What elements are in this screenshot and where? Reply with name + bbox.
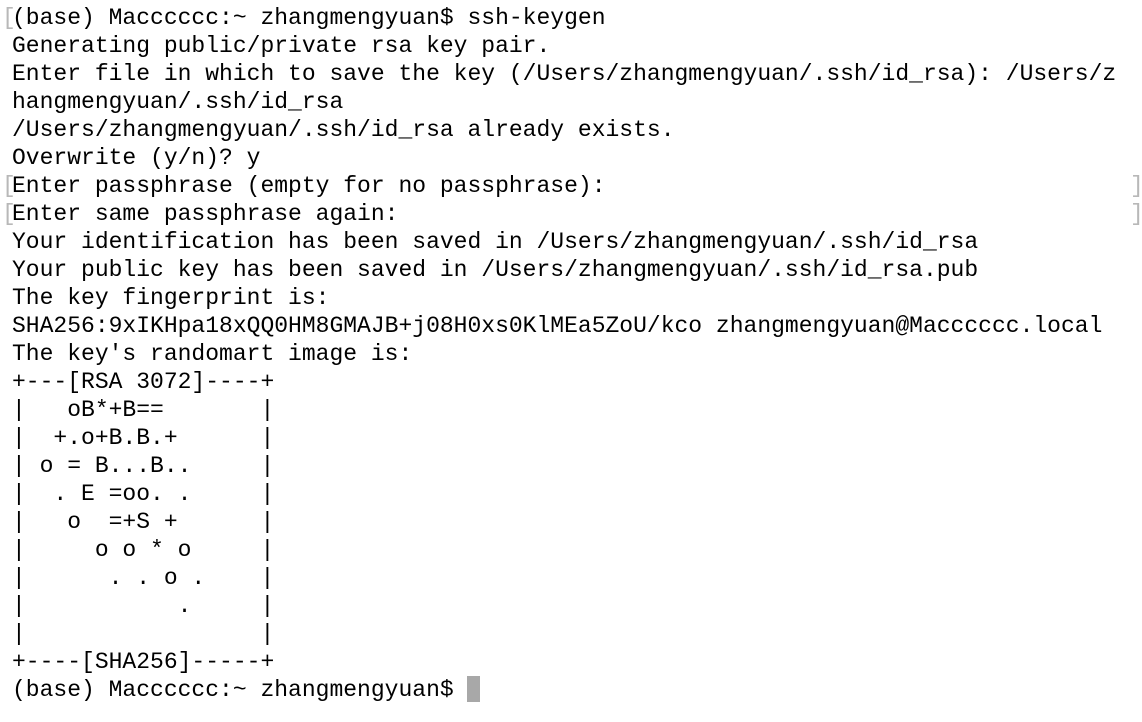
line-text: | o o * o | [12,537,275,563]
output-line: Enter file in which to save the key (/Us… [12,60,1116,88]
line-text: | oB*+B== | [12,397,275,423]
line-text: Generating public/private rsa key pair. [12,33,551,59]
line-text: Enter same passphrase again: [12,201,399,227]
line-text: (base) Macccccc:~ zhangmengyuan$ ssh-key… [12,5,606,31]
line-text: | . E =oo. . | [12,481,275,507]
output-line: | . | [12,592,1116,620]
output-line: | oB*+B== | [12,396,1116,424]
line-mark-right: ] [1130,172,1142,200]
output-line: Overwrite (y/n)? y [12,144,1116,172]
line-text: The key's randomart image is: [12,341,413,367]
terminal-window[interactable]: [ [ [ ] ] (base) Macccccc:~ zhangmengyua… [0,0,1142,722]
line-text: Enter file in which to save the key (/Us… [12,61,1117,87]
line-text: +----[SHA256]-----+ [12,649,275,675]
line-text: Your public key has been saved in /Users… [12,257,979,283]
output-line: +----[SHA256]-----+ [12,648,1116,676]
line-mark-right: ] [1130,200,1142,228]
output-line: Your public key has been saved in /Users… [12,256,1116,284]
line-text: Your identification has been saved in /U… [12,229,979,255]
output-line: | . E =oo. . | [12,480,1116,508]
output-line: Enter same passphrase again: [12,200,1116,228]
output-line: Enter passphrase (empty for no passphras… [12,172,1116,200]
line-text: hangmengyuan/.ssh/id_rsa [12,89,344,115]
cursor [467,676,481,702]
line-text: (base) Macccccc:~ zhangmengyuan$ [12,677,468,703]
output-line: | | [12,620,1116,648]
output-line: | o =+S + | [12,508,1116,536]
output-line: | +.o+B.B.+ | [12,424,1116,452]
output-line: SHA256:9xIKHpa18xQQ0HM8GMAJB+j08H0xs0KlM… [12,312,1116,340]
output-line: | o o * o | [12,536,1116,564]
line-text: SHA256:9xIKHpa18xQQ0HM8GMAJB+j08H0xs0KlM… [12,313,1103,339]
line-text: Overwrite (y/n)? y [12,145,261,171]
output-line: The key's randomart image is: [12,340,1116,368]
output-line: /Users/zhangmengyuan/.ssh/id_rsa already… [12,116,1116,144]
line-text: Enter passphrase (empty for no passphras… [12,173,606,199]
line-text: | | [12,621,275,647]
terminal-output: (base) Macccccc:~ zhangmengyuan$ ssh-key… [12,4,1116,704]
line-text: /Users/zhangmengyuan/.ssh/id_rsa already… [12,117,675,143]
output-line: hangmengyuan/.ssh/id_rsa [12,88,1116,116]
line-text: The key fingerprint is: [12,285,330,311]
output-line: The key fingerprint is: [12,284,1116,312]
output-line: Generating public/private rsa key pair. [12,32,1116,60]
line-text: | . . o . | [12,565,275,591]
line-text: | o =+S + | [12,509,275,535]
prompt-line: (base) Macccccc:~ zhangmengyuan$ [12,676,1116,704]
output-line: (base) Macccccc:~ zhangmengyuan$ ssh-key… [12,4,1116,32]
output-line: | . . o . | [12,564,1116,592]
output-line: | o = B...B.. | [12,452,1116,480]
output-line: +---[RSA 3072]----+ [12,368,1116,396]
line-text: | +.o+B.B.+ | [12,425,275,451]
output-line: Your identification has been saved in /U… [12,228,1116,256]
line-text: | . | [12,593,275,619]
line-text: +---[RSA 3072]----+ [12,369,275,395]
line-text: | o = B...B.. | [12,453,275,479]
